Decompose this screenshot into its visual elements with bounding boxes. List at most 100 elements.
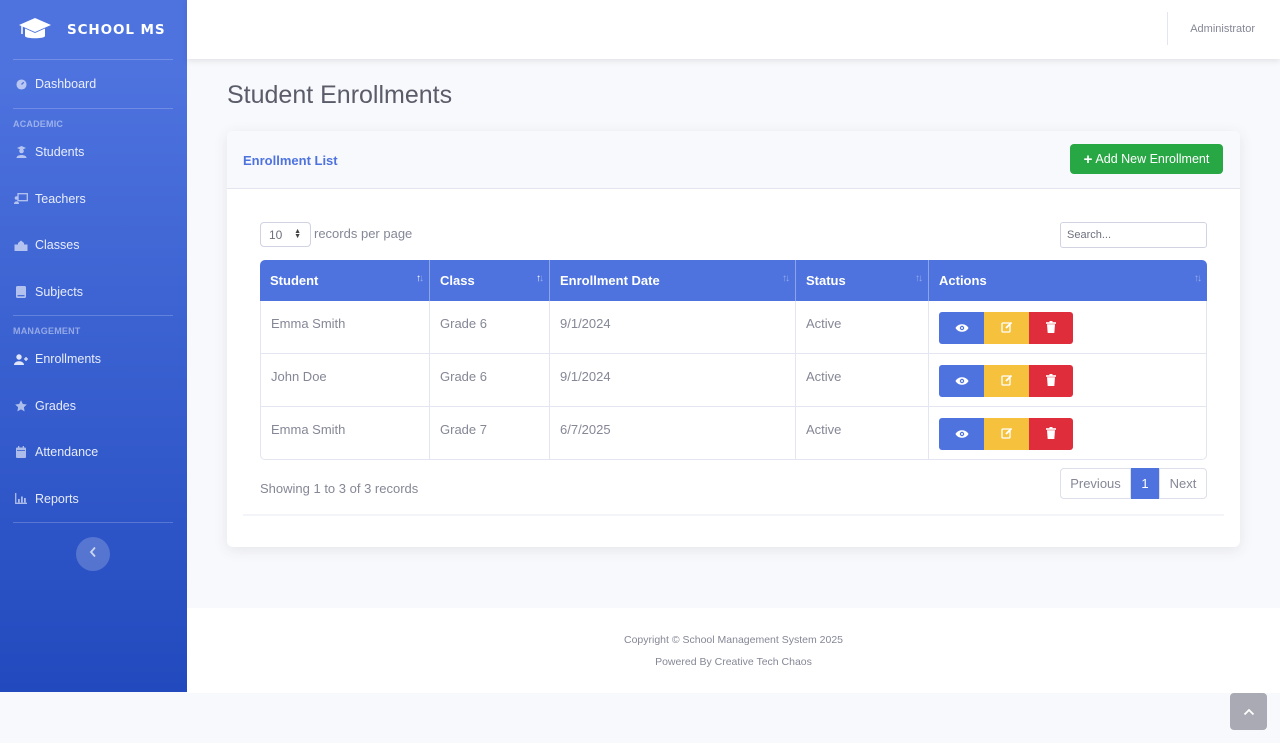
cell-actions: [929, 354, 1207, 407]
column-header-enrollment-date[interactable]: Enrollment Date ↑↓: [550, 260, 796, 301]
delete-button[interactable]: [1029, 312, 1073, 344]
edit-icon: [1000, 321, 1013, 336]
sidebar-item-label: Dashboard: [35, 77, 97, 91]
chart-icon: [14, 492, 28, 506]
scroll-to-top-button[interactable]: [1230, 693, 1267, 730]
calendar-icon: [14, 445, 28, 459]
brand[interactable]: SCHOOL MS: [0, 0, 187, 59]
cell-student: John Doe: [260, 354, 430, 407]
footer: Copyright © School Management System 202…: [187, 608, 1280, 693]
sort-icon: ↑↓: [536, 273, 544, 284]
chevron-left-icon: [89, 545, 97, 563]
cell-status: Active: [796, 301, 929, 354]
cell-student: Emma Smith: [260, 301, 430, 354]
sort-icon: ↑↓: [1194, 273, 1202, 284]
pagination-page-1[interactable]: 1: [1131, 468, 1159, 499]
pagination-next[interactable]: Next: [1159, 468, 1207, 499]
column-header-actions[interactable]: Actions ↑↓: [929, 260, 1207, 301]
sidebar-item-enrollments[interactable]: Enrollments: [0, 336, 187, 383]
sidebar-item-label: Classes: [35, 238, 80, 253]
dashboard-icon: [14, 77, 28, 91]
sidebar-toggle-button[interactable]: [76, 537, 110, 571]
card-title: Enrollment List: [243, 153, 338, 168]
book-icon: [14, 285, 28, 299]
table-row: Emma Smith Grade 7 6/7/2025 Active: [260, 407, 1207, 460]
view-button[interactable]: [939, 312, 984, 344]
action-buttons: [939, 418, 1206, 450]
pagination-previous[interactable]: Previous: [1060, 468, 1131, 499]
sidebar-divider: [13, 522, 173, 523]
sidebar-item-label: Grades: [35, 398, 76, 413]
table-info: Showing 1 to 3 of 3 records: [260, 481, 419, 496]
sort-caret-icon: ▲ ▼: [294, 228, 301, 240]
cell-enrollment-date: 6/7/2025: [550, 407, 796, 460]
edit-icon: [1000, 374, 1013, 389]
sidebar-item-grades[interactable]: Grades: [0, 383, 187, 430]
records-per-page-select[interactable]: 10 ▲ ▼: [260, 222, 311, 247]
footer-powered-by: Powered By Creative Tech Chaos: [655, 656, 812, 668]
sidebar: SCHOOL MS Dashboard ACADEMIC Students Te…: [0, 0, 187, 692]
sidebar-item-reports[interactable]: Reports: [0, 476, 187, 523]
delete-button[interactable]: [1029, 418, 1073, 450]
cell-status: Active: [796, 407, 929, 460]
column-header-status[interactable]: Status ↑↓: [796, 260, 929, 301]
sidebar-item-attendance[interactable]: Attendance: [0, 429, 187, 476]
sidebar-item-label: Reports: [35, 491, 79, 506]
column-header-student[interactable]: Student ↑↓: [260, 260, 430, 301]
column-header-class[interactable]: Class ↑↓: [430, 260, 550, 301]
eye-icon: [955, 427, 969, 442]
star-icon: [14, 399, 28, 413]
eye-icon: [955, 321, 969, 336]
table-row: Emma Smith Grade 6 9/1/2024 Active: [260, 301, 1207, 354]
sidebar-item-students[interactable]: Students: [0, 129, 187, 176]
chevron-up-icon: [1243, 703, 1255, 721]
sidebar-item-dashboard[interactable]: Dashboard: [0, 60, 187, 108]
footer-copyright: Copyright © School Management System 202…: [623, 634, 844, 646]
edit-button[interactable]: [984, 312, 1029, 344]
cell-actions: [929, 301, 1207, 354]
school-icon: [14, 238, 28, 252]
table-row: John Doe Grade 6 9/1/2024 Active: [260, 354, 1207, 407]
view-button[interactable]: [939, 418, 984, 450]
cell-class: Grade 6: [430, 301, 550, 354]
delete-button[interactable]: [1029, 365, 1073, 397]
graduation-cap-icon: [18, 15, 52, 45]
enrollment-card: Enrollment List + Add New Enrollment 10 …: [227, 131, 1240, 547]
edit-icon: [1000, 427, 1013, 442]
sidebar-item-subjects[interactable]: Subjects: [0, 269, 187, 316]
edit-button[interactable]: [984, 365, 1029, 397]
chalkboard-teacher-icon: [14, 192, 28, 206]
sidebar-item-teachers[interactable]: Teachers: [0, 176, 187, 223]
table-header-row: Student ↑↓ Class ↑↓ Enrollment Date ↑↓ Stat…: [260, 260, 1207, 301]
sidebar-heading-management: MANAGEMENT: [13, 326, 81, 336]
sidebar-heading-academic: ACADEMIC: [13, 119, 64, 129]
eye-icon: [955, 374, 969, 389]
cell-student: Emma Smith: [260, 407, 430, 460]
action-buttons: [939, 365, 1206, 397]
sort-icon: ↑↓: [416, 273, 424, 284]
enrollment-table: Student ↑↓ Class ↑↓ Enrollment Date ↑↓ Stat…: [260, 260, 1207, 460]
sidebar-item-label: Subjects: [35, 284, 83, 299]
cell-class: Grade 6: [430, 354, 550, 407]
brand-name: SCHOOL MS: [67, 21, 166, 38]
view-button[interactable]: [939, 365, 984, 397]
search-input[interactable]: [1060, 222, 1207, 248]
trash-icon: [1046, 373, 1056, 389]
user-menu[interactable]: Administrator: [1190, 23, 1255, 35]
sidebar-item-label: Attendance: [35, 445, 99, 460]
sidebar-item-label: Enrollments: [35, 352, 101, 367]
add-enrollment-button[interactable]: + Add New Enrollment: [1070, 144, 1223, 174]
sidebar-item-classes[interactable]: Classes: [0, 222, 187, 269]
add-enrollment-label: Add New Enrollment: [1095, 152, 1210, 166]
cell-enrollment-date: 9/1/2024: [550, 301, 796, 354]
trash-icon: [1046, 426, 1056, 442]
user-graduate-icon: [14, 145, 28, 159]
cell-actions: [929, 407, 1207, 460]
topbar-divider: [1167, 12, 1168, 45]
edit-button[interactable]: [984, 418, 1029, 450]
sidebar-item-label: Teachers: [35, 191, 86, 206]
sidebar-item-label: Students: [35, 145, 85, 160]
page-title: Student Enrollments: [227, 81, 453, 109]
plus-icon: +: [1083, 150, 1093, 168]
cell-enrollment-date: 9/1/2024: [550, 354, 796, 407]
